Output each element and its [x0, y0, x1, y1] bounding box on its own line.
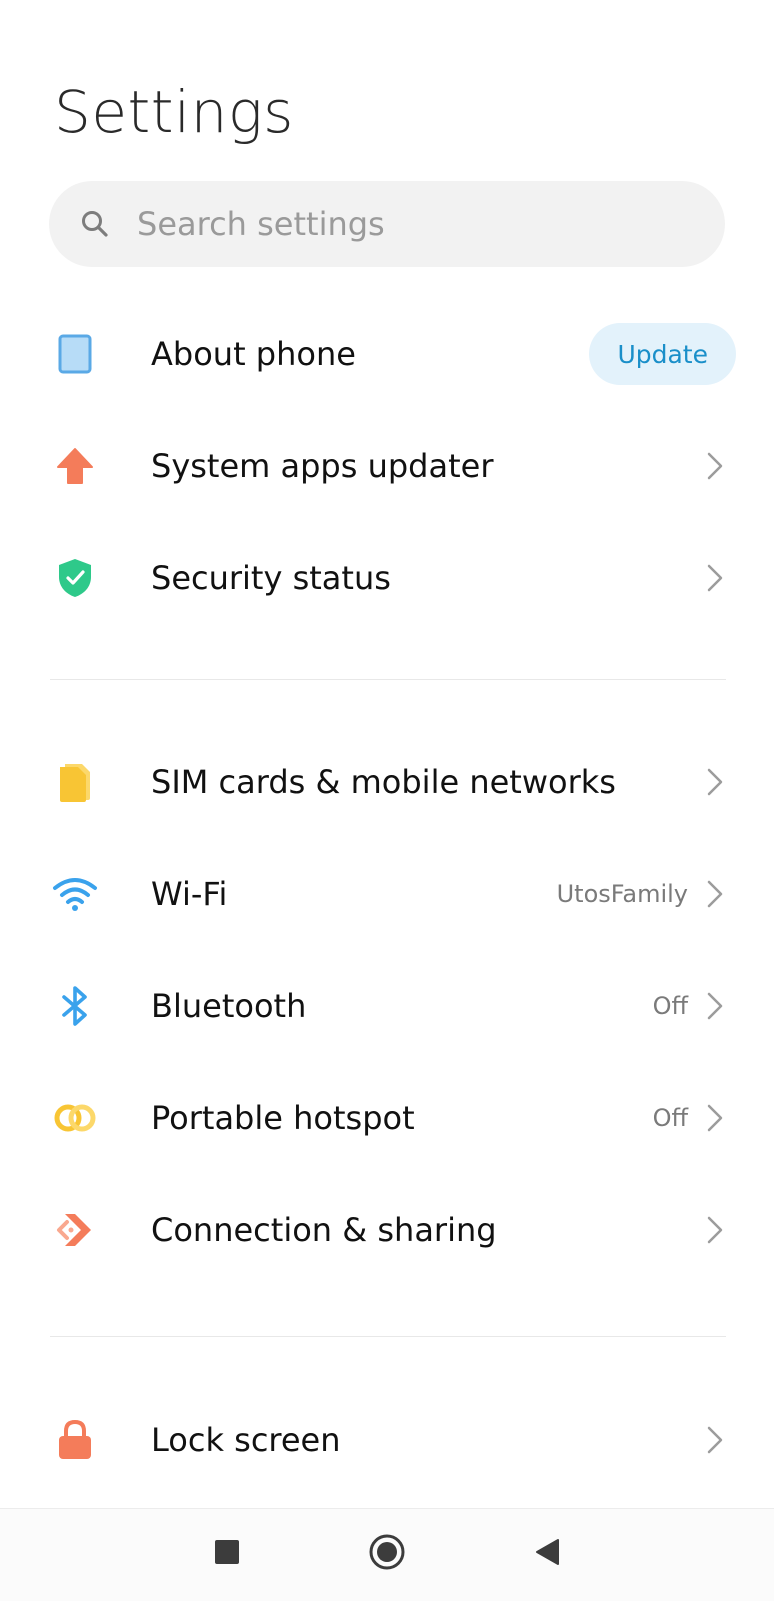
shield-check-icon [50, 553, 100, 603]
chevron-right-icon [704, 989, 726, 1023]
sim-card-icon [50, 757, 100, 807]
settings-item-label: Security status [151, 559, 391, 597]
section-divider [50, 1336, 726, 1337]
hotspot-status: Off [652, 1104, 688, 1132]
chevron-right-icon [704, 877, 726, 911]
settings-item-label: Wi-Fi [151, 875, 228, 913]
bluetooth-status: Off [652, 992, 688, 1020]
settings-item-wifi[interactable]: Wi-Fi UtosFamily [0, 838, 774, 950]
settings-item-bluetooth[interactable]: Bluetooth Off [0, 950, 774, 1062]
search-bar[interactable] [49, 181, 725, 267]
settings-item-security-status[interactable]: Security status [0, 522, 774, 634]
search-icon [77, 206, 113, 242]
chevron-right-icon [704, 1423, 726, 1457]
settings-item-label: Portable hotspot [151, 1099, 415, 1137]
settings-item-label: Lock screen [151, 1421, 341, 1459]
back-icon[interactable] [522, 1527, 572, 1577]
settings-item-connection-sharing[interactable]: Connection & sharing [0, 1174, 774, 1286]
settings-item-label: Connection & sharing [151, 1211, 497, 1249]
lock-icon [50, 1415, 100, 1465]
wifi-icon [50, 869, 100, 919]
phone-icon [50, 329, 100, 379]
settings-item-label: System apps updater [151, 447, 494, 485]
settings-item-label: SIM cards & mobile networks [151, 763, 616, 801]
chevron-right-icon [704, 765, 726, 799]
settings-item-label: Bluetooth [151, 987, 307, 1025]
settings-item-portable-hotspot[interactable]: Portable hotspot Off [0, 1062, 774, 1174]
home-icon[interactable] [362, 1527, 412, 1577]
connection-icon [50, 1205, 100, 1255]
settings-item-lock-screen[interactable]: Lock screen [0, 1384, 774, 1496]
navigation-bar [0, 1508, 774, 1601]
update-button[interactable]: Update [589, 323, 736, 385]
bluetooth-icon [50, 981, 100, 1031]
recents-icon[interactable] [202, 1527, 252, 1577]
chevron-right-icon [704, 1213, 726, 1247]
chevron-right-icon [704, 449, 726, 483]
chevron-right-icon [704, 561, 726, 595]
search-input[interactable] [135, 204, 659, 244]
hotspot-icon [50, 1093, 100, 1143]
arrow-up-icon [50, 441, 100, 491]
chevron-right-icon [704, 1101, 726, 1135]
settings-item-sim-cards[interactable]: SIM cards & mobile networks [0, 726, 774, 838]
page-title: Settings [54, 78, 294, 146]
section-divider [50, 679, 726, 680]
settings-item-system-apps-updater[interactable]: System apps updater [0, 410, 774, 522]
settings-item-about-phone[interactable]: About phone Update [0, 298, 774, 410]
settings-item-label: About phone [151, 335, 356, 373]
wifi-network-name: UtosFamily [556, 880, 688, 908]
